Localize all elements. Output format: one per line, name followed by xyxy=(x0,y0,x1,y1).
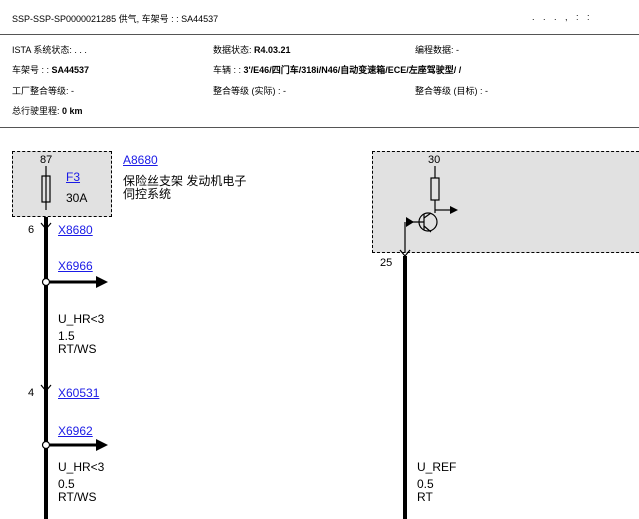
fuse-f3-link[interactable]: F3 xyxy=(66,170,80,184)
splice-arrow-x6962 xyxy=(41,439,108,451)
fuse-pin-87: 87 xyxy=(40,154,53,166)
connector-x8680-link[interactable]: X8680 xyxy=(58,223,93,237)
pin-6: 6 xyxy=(28,224,35,236)
connector-x6962-link[interactable]: X6962 xyxy=(58,424,93,438)
wire3-signal: U_REF xyxy=(417,460,457,474)
component-a8680-link[interactable]: A8680 xyxy=(123,153,158,167)
splice-arrow-x6966 xyxy=(41,276,108,288)
fuse-symbol xyxy=(41,166,51,210)
pin-4: 4 xyxy=(28,387,35,399)
connector-x6966-link[interactable]: X6966 xyxy=(58,259,93,273)
wiring-diagram xyxy=(40,166,458,519)
wire2-signal: U_HR<3 xyxy=(58,460,105,474)
component-description-line2: 伺控系统 xyxy=(123,187,172,201)
connector-x60531-link[interactable]: X60531 xyxy=(58,386,99,400)
wire1-color: RT/WS xyxy=(58,342,97,356)
transistor-symbol xyxy=(404,166,458,253)
fuse-rating: 30A xyxy=(66,191,88,205)
wire2-color: RT/WS xyxy=(58,490,97,504)
relay-pin-30: 30 xyxy=(428,154,441,166)
wire1-signal: U_HR<3 xyxy=(58,312,105,326)
wire3-color: RT xyxy=(417,490,433,504)
relay-pin-25: 25 xyxy=(380,257,393,269)
